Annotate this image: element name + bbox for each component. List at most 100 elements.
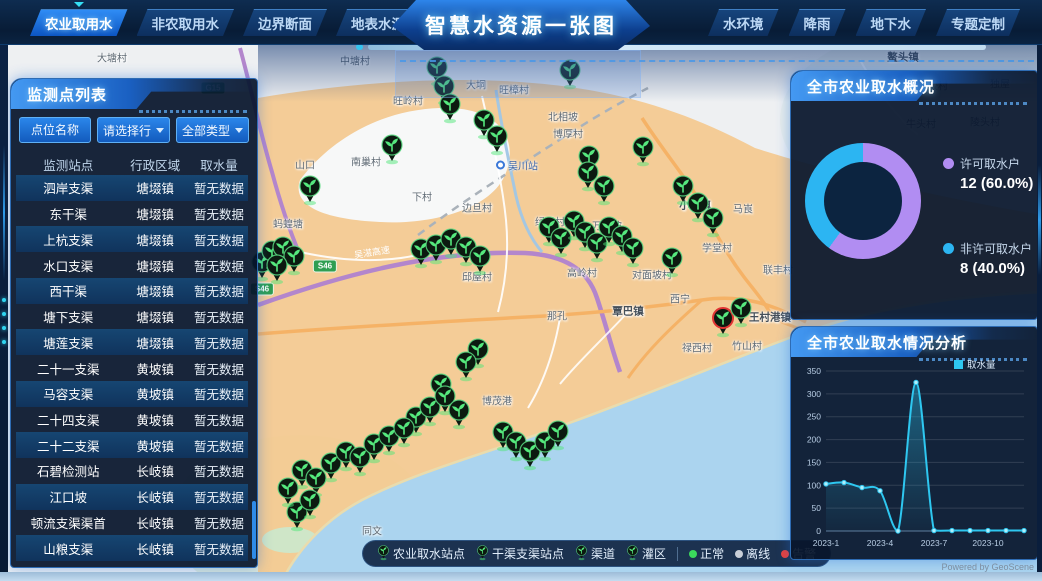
station-marker[interactable] [297,174,323,206]
cell: 暂无数据 [190,539,248,558]
header-dotted-line [139,110,247,113]
cell: 暂无数据 [190,487,248,506]
table-row[interactable]: 西干渠塘㙍镇暂无数据 [16,278,248,304]
nav-tab-1[interactable]: 农业取用水 [30,9,128,36]
frame-right-edge [1037,45,1042,572]
line-chart: 050100150200250300350 2023-12023-42023-7… [796,357,1034,557]
cell: 石碧检测站 [16,461,120,480]
table-row[interactable]: 塘莲支渠塘㙍镇暂无数据 [16,329,248,355]
monitoring-list-panel: 监测点列表 请选择行 全部类型 监测站点 行政区域 取水量 泗岸支渠塘㙍镇暂无数… [10,78,258,568]
station-marker[interactable] [437,92,463,124]
cell: 二十二支渠 [16,436,120,455]
map-pin-icon [575,544,588,564]
station-marker[interactable] [264,253,290,285]
point-name-input[interactable] [19,117,91,143]
station-marker[interactable] [659,246,685,278]
table-row[interactable]: 二十四支渠黄坡镇暂无数据 [16,407,248,433]
table-row[interactable]: 石碧检测站长岐镇暂无数据 [16,458,248,484]
region-select[interactable]: 请选择行 [97,117,170,143]
svg-text:50: 50 [812,503,822,513]
donut-legend-item: 非许可取水户8 (40.0%) [943,240,1033,277]
region-select-value: 请选择行 [103,122,151,139]
chevron-down-icon [235,128,243,133]
intake-overview-panel: 全市农业取水概况 许可取水户12 (60.0%)非许可取水户8 (40.0%) [790,70,1038,320]
cell: 塘㙍镇 [120,204,190,223]
nav-tab-right-3[interactable]: 地下水 [856,9,927,36]
cell: 泗岸支渠 [16,178,120,197]
table-header: 监测站点 行政区域 取水量 [16,153,248,175]
panel-title: 全市农业取水情况分析 [807,332,967,353]
cell: 顿流支渠渠首 [16,513,120,532]
svg-text:2023-7: 2023-7 [921,538,948,548]
table-row[interactable]: 马容支渠黄坡镇暂无数据 [16,381,248,407]
cell: 暂无数据 [190,281,248,300]
svg-text:2023-4: 2023-4 [867,538,894,548]
table-row[interactable]: 顿流支渠渠首长岐镇暂无数据 [16,510,248,536]
table-row[interactable]: 东干渠塘㙍镇暂无数据 [16,201,248,227]
map-pin-icon [626,544,639,564]
cell: 塘下支渠 [16,307,120,326]
station-marker[interactable] [379,133,405,165]
cell: 暂无数据 [190,333,248,352]
frame-left-edge [0,45,8,581]
station-marker[interactable] [620,236,646,268]
station-marker[interactable] [728,296,754,328]
cell: 塘㙍镇 [120,333,190,352]
col-header-intake: 取水量 [190,155,248,174]
chevron-down-icon [156,128,164,133]
cell: 暂无数据 [190,204,248,223]
station-marker[interactable] [700,206,726,238]
table-row[interactable]: 二十二支渠黄坡镇暂无数据 [16,432,248,458]
station-marker[interactable] [453,350,479,382]
donut-legend-value: 8 (40.0%) [960,260,1033,277]
type-select[interactable]: 全部类型 [176,117,249,143]
table-row[interactable]: 泗岸支渠塘㙍镇暂无数据 [16,175,248,201]
legend-dot-icon [943,158,954,169]
station-marker[interactable] [297,488,323,520]
cell: 暂无数据 [190,410,248,429]
legend-point-item: 干渠支渠站点 [476,544,564,564]
cell: 长岐镇 [120,513,190,532]
table-row[interactable]: 水口支渠塘㙍镇暂无数据 [16,252,248,278]
cell: 塘莲支渠 [16,333,120,352]
header-dotted-line [919,102,1027,105]
table-row[interactable]: 塘下支渠塘㙍镇暂无数据 [16,304,248,330]
cell: 暂无数据 [190,307,248,326]
nav-tab-3[interactable]: 边界断面 [243,9,327,36]
table-row[interactable]: 江口坡长岐镇暂无数据 [16,484,248,510]
legend-separator [677,547,678,561]
station-marker[interactable] [467,244,493,276]
intake-analysis-panel: 全市农业取水情况分析 050100150200250300350 2023-12… [790,326,1038,560]
cell: 暂无数据 [190,436,248,455]
cell: 黄坡镇 [120,436,190,455]
nav-tab-right-1[interactable]: 水环境 [708,9,779,36]
station-marker[interactable] [545,419,571,451]
table-row[interactable]: 上杭支渠塘㙍镇暂无数据 [16,226,248,252]
table-row[interactable]: 二十一支渠黄坡镇暂无数据 [16,355,248,381]
nav-tab-right-2[interactable]: 降雨 [789,9,846,36]
app-title-shield: 智慧水资源一张图 [392,0,650,50]
station-marker[interactable] [630,135,656,167]
active-tab-indicator-icon [74,2,84,12]
station-marker[interactable] [391,416,417,448]
station-marker[interactable] [446,398,472,430]
scrollbar[interactable] [252,501,256,559]
svg-text:300: 300 [807,389,821,399]
nav-tab-right-4[interactable]: 专题定制 [936,9,1020,36]
cell: 黄坡镇 [120,384,190,403]
nav-tab-2[interactable]: 非农取用水 [137,9,235,36]
svg-text:150: 150 [807,457,821,467]
donut-legend: 许可取水户12 (60.0%)非许可取水户8 (40.0%) [943,155,1033,325]
cell: 黄坡镇 [120,359,190,378]
station-marker[interactable] [557,58,583,90]
cell: 长岐镇 [120,539,190,558]
station-marker[interactable] [484,124,510,156]
nav-tabs-right: 水环境降雨地下水专题定制 [708,9,1020,36]
col-header-station: 监测站点 [16,155,120,174]
cell: 马容支渠 [16,384,120,403]
station-marker[interactable] [591,174,617,206]
table-row[interactable]: 山粮支渠长岐镇暂无数据 [16,535,248,561]
cell: 二十一支渠 [16,359,120,378]
cell: 暂无数据 [190,513,248,532]
svg-text:取水量: 取水量 [967,359,996,371]
